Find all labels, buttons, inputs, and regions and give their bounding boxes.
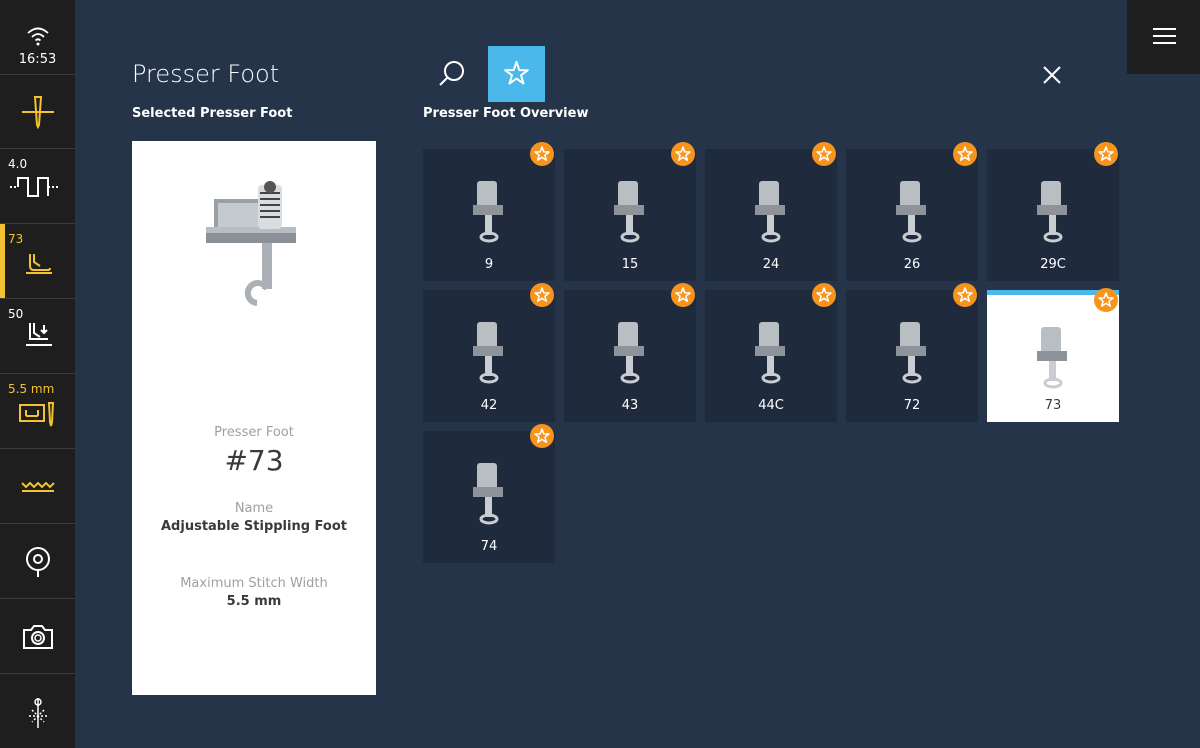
presser-foot-tile-label: 44C (758, 398, 784, 413)
close-icon (1043, 66, 1061, 84)
max-stitch-width: 5.5 mm (226, 594, 282, 609)
needle-icon (22, 96, 54, 129)
presser-foot-tile-label: 73 (1044, 398, 1062, 413)
selected-foot-card: Presser Foot #73 Name Adjustable Stippli… (132, 141, 376, 695)
hamburger-icon-line (1153, 35, 1176, 37)
feed-dog-button[interactable] (0, 449, 75, 524)
presser-foot-tile-label: 72 (903, 398, 921, 413)
stitch-length-button[interactable]: 4.0 (0, 149, 75, 224)
stitch-width-button[interactable]: 5.5 mm (0, 374, 75, 449)
presser-foot-tile[interactable]: 29C (987, 142, 1119, 281)
search-button[interactable] (424, 46, 480, 102)
presser-foot-image (206, 181, 296, 306)
status-sidebar: 16:53 4.0 73 50 5.5 mm (0, 0, 75, 748)
favorite-star-icon[interactable] (670, 282, 696, 308)
presser-foot-thumbnail (1037, 181, 1067, 243)
bobbin-button[interactable] (0, 524, 75, 599)
presser-foot-tile-label: 15 (621, 257, 639, 272)
presser-foot-tile[interactable]: 42 (423, 283, 555, 422)
presser-foot-thumbnail (473, 181, 503, 243)
camera-button[interactable] (0, 599, 75, 674)
presser-foot-thumbnail (896, 322, 926, 384)
presser-foot-tile[interactable]: 26 (846, 142, 978, 281)
overview-heading: Presser Foot Overview (423, 106, 589, 121)
hamburger-icon (1153, 28, 1176, 30)
presser-foot-icon (26, 254, 52, 274)
close-button[interactable] (1030, 53, 1074, 97)
bobbin-icon (26, 547, 50, 577)
stitch-length-value: 4.0 (8, 157, 28, 171)
presser-foot-button[interactable]: 73 (0, 224, 75, 299)
presser-foot-tile[interactable]: 43 (564, 283, 696, 422)
presser-foot-tile[interactable]: 72 (846, 283, 978, 422)
presser-foot-thumbnail (473, 322, 503, 384)
favorite-star-icon[interactable] (952, 141, 978, 167)
page-title: Presser Foot (132, 60, 280, 88)
hamburger-icon-line (1153, 42, 1176, 44)
needle-stop-icon (29, 698, 47, 728)
name-label: Name (234, 501, 274, 516)
favorite-star-icon[interactable] (529, 282, 555, 308)
foot-name: Adjustable Stippling Foot (161, 519, 347, 534)
presser-foot-thumbnail (473, 463, 503, 525)
camera-icon (23, 625, 53, 649)
feed-dog-icon (21, 481, 55, 492)
presser-foot-tile[interactable]: 9 (423, 142, 555, 281)
favorite-star-icon[interactable] (811, 141, 837, 167)
favorite-star-icon[interactable] (811, 282, 837, 308)
wifi-time-status: 16:53 (0, 0, 75, 75)
presser-foot-tile[interactable]: 74 (423, 424, 555, 563)
favorite-star-icon[interactable] (1093, 141, 1119, 167)
search-icon (439, 61, 464, 86)
presser-pressure-value: 50 (8, 307, 24, 321)
stitch-width-value: 5.5 mm (8, 382, 55, 396)
stitch-length-icon (10, 177, 60, 197)
presser-foot-thumbnail (1037, 327, 1067, 389)
width-label: Maximum Stitch Width (180, 576, 328, 591)
favorite-star-icon[interactable] (952, 282, 978, 308)
presser-foot-tile-label: 9 (484, 257, 494, 272)
presser-foot-tile[interactable]: 15 (564, 142, 696, 281)
presser-foot-tile-label: 24 (762, 257, 780, 272)
needle-stop-button[interactable] (0, 674, 75, 748)
foot-number: #73 (224, 444, 284, 477)
presser-foot-thumbnail (614, 322, 644, 384)
needle-position-button[interactable] (0, 75, 75, 149)
presser-foot-thumbnail (614, 181, 644, 243)
presser-foot-value: 73 (8, 232, 24, 246)
favorite-star-icon[interactable] (529, 423, 555, 449)
presser-foot-thumbnail (755, 322, 785, 384)
favorite-star-icon[interactable] (1093, 287, 1119, 313)
wifi-icon (27, 27, 49, 46)
favorite-star-icon[interactable] (529, 141, 555, 167)
presser-foot-tile[interactable]: 73 (987, 287, 1119, 422)
presser-foot-tile-label: 26 (903, 257, 921, 272)
presser-foot-thumbnail (755, 181, 785, 243)
presser-pressure-icon (26, 323, 52, 346)
stitch-width-icon (19, 402, 55, 427)
presser-foot-tile[interactable]: 24 (705, 142, 837, 281)
presser-foot-tile-label: 42 (480, 398, 498, 413)
favorites-filter-button[interactable] (488, 46, 545, 102)
clock: 16:53 (18, 52, 57, 67)
presser-foot-tile-label: 29C (1040, 257, 1066, 272)
favorite-star-icon[interactable] (670, 141, 696, 167)
foot-label: Presser Foot (214, 425, 294, 440)
selected-heading: Selected Presser Foot (132, 106, 293, 121)
presser-foot-tile-label: 43 (621, 398, 639, 413)
presser-pressure-button[interactable]: 50 (0, 299, 75, 374)
presser-foot-tile-label: 74 (480, 539, 498, 554)
presser-foot-thumbnail (896, 181, 926, 243)
star-icon (504, 61, 529, 85)
presser-foot-tile[interactable]: 44C (705, 283, 837, 422)
menu-button[interactable] (1127, 0, 1200, 74)
